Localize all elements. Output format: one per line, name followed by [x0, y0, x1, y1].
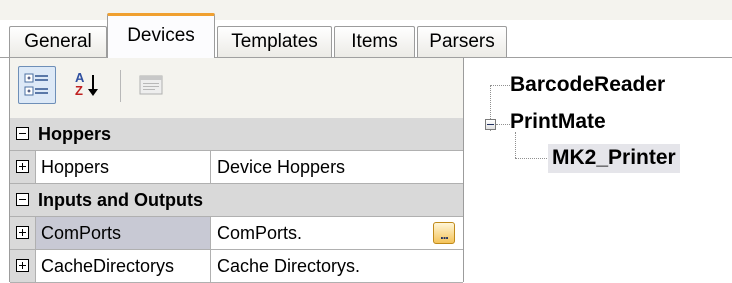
- collapse-icon[interactable]: [16, 127, 29, 140]
- property-name[interactable]: ComPorts: [36, 217, 211, 249]
- tree-node-barcodereader[interactable]: BarcodeReader: [510, 73, 665, 97]
- property-name[interactable]: CacheDirectorys: [36, 250, 211, 282]
- tab-items-label: Items: [351, 31, 398, 52]
- expand-icon[interactable]: [16, 259, 29, 272]
- tree-connector: [515, 158, 547, 159]
- categorized-button[interactable]: [18, 66, 56, 104]
- categorized-icon: [24, 73, 48, 96]
- property-row-comports[interactable]: ComPorts ComPorts. ...: [10, 217, 463, 250]
- property-grid-panel: AZ Hoppers Hoppers Device Hoppers Inputs…: [9, 58, 464, 283]
- property-name[interactable]: Hoppers: [36, 151, 211, 183]
- alphabetical-button[interactable]: AZ: [68, 66, 106, 104]
- property-value-cell[interactable]: ComPorts. ...: [211, 217, 463, 249]
- tab-devices[interactable]: Devices: [107, 13, 215, 58]
- category-label: Inputs and Outputs: [38, 190, 203, 210]
- expand-icon[interactable]: [16, 160, 29, 173]
- property-value: ComPorts.: [217, 223, 303, 243]
- toolbar-separator: [120, 70, 121, 102]
- property-value[interactable]: Cache Directorys.: [211, 250, 463, 282]
- tab-templates[interactable]: Templates: [217, 26, 332, 57]
- alphabetical-sort-icon: AZ: [75, 70, 98, 98]
- tab-devices-label: Devices: [127, 25, 195, 46]
- expand-icon[interactable]: [16, 226, 29, 239]
- property-value[interactable]: Device Hoppers: [211, 151, 463, 183]
- svg-text:AZ: AZ: [75, 70, 85, 98]
- property-row-cachedirectorys[interactable]: CacheDirectorys Cache Directorys.: [10, 250, 463, 283]
- category-row-inputs-outputs[interactable]: Inputs and Outputs: [10, 184, 463, 217]
- ellipsis-icon: ...: [440, 227, 449, 242]
- property-grid-toolbar: AZ: [10, 58, 463, 118]
- category-label: Hoppers: [38, 124, 112, 144]
- tab-general[interactable]: General: [9, 26, 107, 57]
- property-pages-button[interactable]: [132, 66, 170, 104]
- collapse-icon[interactable]: [16, 193, 29, 206]
- tree-node-printmate[interactable]: PrintMate: [510, 110, 606, 134]
- device-tree: BarcodeReader PrintMate MK2_Printer: [470, 60, 730, 190]
- tab-templates-label: Templates: [231, 31, 318, 52]
- ellipsis-button[interactable]: ...: [433, 222, 455, 244]
- tree-connector: [496, 124, 510, 125]
- category-row-hoppers[interactable]: Hoppers: [10, 118, 463, 151]
- tree-connector: [490, 85, 510, 86]
- tab-general-label: General: [24, 31, 92, 52]
- property-row-hoppers[interactable]: Hoppers Device Hoppers: [10, 151, 463, 184]
- collapse-icon[interactable]: [485, 119, 496, 130]
- tree-node-mk2-printer[interactable]: MK2_Printer: [548, 144, 680, 173]
- property-grid: Hoppers Hoppers Device Hoppers Inputs an…: [10, 118, 463, 283]
- tab-parsers-label: Parsers: [429, 31, 495, 52]
- tree-connector: [515, 132, 516, 158]
- property-pages-icon: [139, 75, 163, 95]
- tab-parsers[interactable]: Parsers: [417, 26, 507, 57]
- tab-items[interactable]: Items: [334, 26, 415, 57]
